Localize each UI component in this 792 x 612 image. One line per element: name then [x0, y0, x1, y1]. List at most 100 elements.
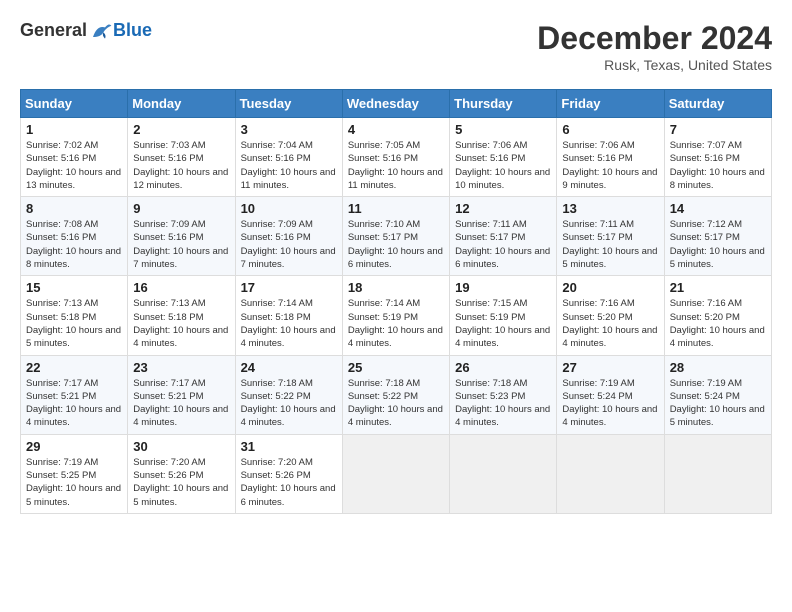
calendar-day: 19 Sunrise: 7:15 AMSunset: 5:19 PMDaylig… — [450, 276, 557, 355]
day-info: Sunrise: 7:02 AMSunset: 5:16 PMDaylight:… — [26, 139, 122, 192]
calendar-day: 24 Sunrise: 7:18 AMSunset: 5:22 PMDaylig… — [235, 355, 342, 434]
calendar-week-4: 22 Sunrise: 7:17 AMSunset: 5:21 PMDaylig… — [21, 355, 772, 434]
calendar-week-1: 1 Sunrise: 7:02 AMSunset: 5:16 PMDayligh… — [21, 118, 772, 197]
calendar-day: 4 Sunrise: 7:05 AMSunset: 5:16 PMDayligh… — [342, 118, 449, 197]
days-header-row: SundayMondayTuesdayWednesdayThursdayFrid… — [21, 90, 772, 118]
day-info: Sunrise: 7:17 AMSunset: 5:21 PMDaylight:… — [133, 377, 229, 430]
day-number: 2 — [133, 122, 229, 137]
calendar-day: 20 Sunrise: 7:16 AMSunset: 5:20 PMDaylig… — [557, 276, 664, 355]
day-number: 13 — [562, 201, 658, 216]
day-number: 20 — [562, 280, 658, 295]
calendar-day — [450, 434, 557, 513]
calendar-day: 27 Sunrise: 7:19 AMSunset: 5:24 PMDaylig… — [557, 355, 664, 434]
day-info: Sunrise: 7:19 AMSunset: 5:24 PMDaylight:… — [670, 377, 766, 430]
calendar-week-2: 8 Sunrise: 7:08 AMSunset: 5:16 PMDayligh… — [21, 197, 772, 276]
day-number: 18 — [348, 280, 444, 295]
day-header-monday: Monday — [128, 90, 235, 118]
day-number: 1 — [26, 122, 122, 137]
day-info: Sunrise: 7:16 AMSunset: 5:20 PMDaylight:… — [670, 297, 766, 350]
day-info: Sunrise: 7:19 AMSunset: 5:25 PMDaylight:… — [26, 456, 122, 509]
calendar-day: 1 Sunrise: 7:02 AMSunset: 5:16 PMDayligh… — [21, 118, 128, 197]
day-info: Sunrise: 7:03 AMSunset: 5:16 PMDaylight:… — [133, 139, 229, 192]
day-number: 21 — [670, 280, 766, 295]
day-number: 12 — [455, 201, 551, 216]
calendar-day: 30 Sunrise: 7:20 AMSunset: 5:26 PMDaylig… — [128, 434, 235, 513]
location-text: Rusk, Texas, United States — [537, 57, 772, 73]
day-number: 29 — [26, 439, 122, 454]
day-info: Sunrise: 7:19 AMSunset: 5:24 PMDaylight:… — [562, 377, 658, 430]
calendar-day: 15 Sunrise: 7:13 AMSunset: 5:18 PMDaylig… — [21, 276, 128, 355]
calendar-day: 11 Sunrise: 7:10 AMSunset: 5:17 PMDaylig… — [342, 197, 449, 276]
day-info: Sunrise: 7:08 AMSunset: 5:16 PMDaylight:… — [26, 218, 122, 271]
calendar-day: 2 Sunrise: 7:03 AMSunset: 5:16 PMDayligh… — [128, 118, 235, 197]
calendar-day: 26 Sunrise: 7:18 AMSunset: 5:23 PMDaylig… — [450, 355, 557, 434]
day-number: 11 — [348, 201, 444, 216]
day-info: Sunrise: 7:11 AMSunset: 5:17 PMDaylight:… — [562, 218, 658, 271]
day-info: Sunrise: 7:20 AMSunset: 5:26 PMDaylight:… — [133, 456, 229, 509]
calendar-day: 10 Sunrise: 7:09 AMSunset: 5:16 PMDaylig… — [235, 197, 342, 276]
calendar-day: 9 Sunrise: 7:09 AMSunset: 5:16 PMDayligh… — [128, 197, 235, 276]
day-info: Sunrise: 7:12 AMSunset: 5:17 PMDaylight:… — [670, 218, 766, 271]
calendar-day: 29 Sunrise: 7:19 AMSunset: 5:25 PMDaylig… — [21, 434, 128, 513]
day-info: Sunrise: 7:20 AMSunset: 5:26 PMDaylight:… — [241, 456, 337, 509]
calendar-day: 8 Sunrise: 7:08 AMSunset: 5:16 PMDayligh… — [21, 197, 128, 276]
month-title: December 2024 — [537, 20, 772, 57]
day-number: 8 — [26, 201, 122, 216]
day-number: 5 — [455, 122, 551, 137]
day-info: Sunrise: 7:06 AMSunset: 5:16 PMDaylight:… — [562, 139, 658, 192]
day-info: Sunrise: 7:11 AMSunset: 5:17 PMDaylight:… — [455, 218, 551, 271]
day-header-thursday: Thursday — [450, 90, 557, 118]
day-number: 15 — [26, 280, 122, 295]
day-number: 7 — [670, 122, 766, 137]
calendar-day: 18 Sunrise: 7:14 AMSunset: 5:19 PMDaylig… — [342, 276, 449, 355]
day-info: Sunrise: 7:09 AMSunset: 5:16 PMDaylight:… — [133, 218, 229, 271]
day-number: 6 — [562, 122, 658, 137]
calendar-table: SundayMondayTuesdayWednesdayThursdayFrid… — [20, 89, 772, 514]
day-number: 14 — [670, 201, 766, 216]
day-info: Sunrise: 7:14 AMSunset: 5:19 PMDaylight:… — [348, 297, 444, 350]
day-number: 27 — [562, 360, 658, 375]
logo-general-text: General — [20, 20, 87, 41]
calendar-day: 3 Sunrise: 7:04 AMSunset: 5:16 PMDayligh… — [235, 118, 342, 197]
day-info: Sunrise: 7:18 AMSunset: 5:22 PMDaylight:… — [348, 377, 444, 430]
day-info: Sunrise: 7:15 AMSunset: 5:19 PMDaylight:… — [455, 297, 551, 350]
day-number: 30 — [133, 439, 229, 454]
day-number: 28 — [670, 360, 766, 375]
calendar-day: 13 Sunrise: 7:11 AMSunset: 5:17 PMDaylig… — [557, 197, 664, 276]
calendar-day — [342, 434, 449, 513]
day-number: 4 — [348, 122, 444, 137]
day-number: 26 — [455, 360, 551, 375]
calendar-day: 5 Sunrise: 7:06 AMSunset: 5:16 PMDayligh… — [450, 118, 557, 197]
logo: General Blue — [20, 20, 152, 41]
page-header: General Blue December 2024 Rusk, Texas, … — [20, 20, 772, 73]
calendar-week-3: 15 Sunrise: 7:13 AMSunset: 5:18 PMDaylig… — [21, 276, 772, 355]
calendar-day: 22 Sunrise: 7:17 AMSunset: 5:21 PMDaylig… — [21, 355, 128, 434]
day-header-sunday: Sunday — [21, 90, 128, 118]
day-number: 3 — [241, 122, 337, 137]
day-number: 25 — [348, 360, 444, 375]
calendar-day: 17 Sunrise: 7:14 AMSunset: 5:18 PMDaylig… — [235, 276, 342, 355]
day-info: Sunrise: 7:05 AMSunset: 5:16 PMDaylight:… — [348, 139, 444, 192]
day-number: 10 — [241, 201, 337, 216]
day-number: 22 — [26, 360, 122, 375]
day-info: Sunrise: 7:07 AMSunset: 5:16 PMDaylight:… — [670, 139, 766, 192]
calendar-day: 23 Sunrise: 7:17 AMSunset: 5:21 PMDaylig… — [128, 355, 235, 434]
day-info: Sunrise: 7:06 AMSunset: 5:16 PMDaylight:… — [455, 139, 551, 192]
day-info: Sunrise: 7:09 AMSunset: 5:16 PMDaylight:… — [241, 218, 337, 271]
calendar-day: 28 Sunrise: 7:19 AMSunset: 5:24 PMDaylig… — [664, 355, 771, 434]
calendar-day — [557, 434, 664, 513]
day-number: 17 — [241, 280, 337, 295]
day-header-wednesday: Wednesday — [342, 90, 449, 118]
day-number: 19 — [455, 280, 551, 295]
calendar-day: 12 Sunrise: 7:11 AMSunset: 5:17 PMDaylig… — [450, 197, 557, 276]
day-info: Sunrise: 7:18 AMSunset: 5:23 PMDaylight:… — [455, 377, 551, 430]
logo-bird-icon — [89, 21, 113, 41]
calendar-day: 21 Sunrise: 7:16 AMSunset: 5:20 PMDaylig… — [664, 276, 771, 355]
day-header-saturday: Saturday — [664, 90, 771, 118]
calendar-day: 25 Sunrise: 7:18 AMSunset: 5:22 PMDaylig… — [342, 355, 449, 434]
title-section: December 2024 Rusk, Texas, United States — [537, 20, 772, 73]
day-info: Sunrise: 7:16 AMSunset: 5:20 PMDaylight:… — [562, 297, 658, 350]
day-info: Sunrise: 7:13 AMSunset: 5:18 PMDaylight:… — [26, 297, 122, 350]
day-number: 31 — [241, 439, 337, 454]
day-number: 16 — [133, 280, 229, 295]
